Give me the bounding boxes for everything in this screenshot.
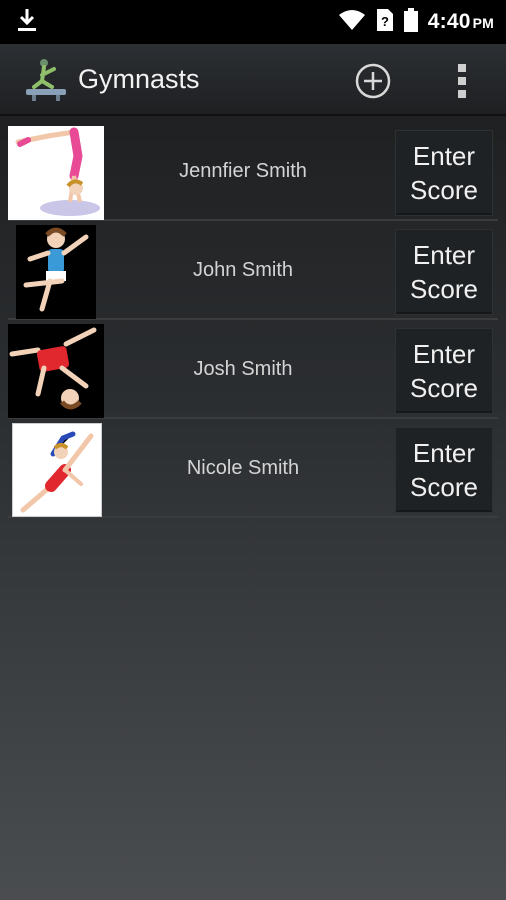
- gymnast-name: Jennfier Smith: [179, 160, 307, 182]
- svg-text:?: ?: [381, 14, 389, 29]
- add-gymnast-button[interactable]: [354, 62, 392, 100]
- overflow-dot: [458, 77, 466, 85]
- status-bar: ? 4:40 PM: [0, 0, 506, 44]
- gymnast-name: John Smith: [192, 259, 294, 281]
- cartwheel-boy-photo: [8, 324, 104, 418]
- list-item[interactable]: Josh Smith Enter Score: [8, 320, 498, 419]
- enter-score-button[interactable]: Enter Score: [395, 130, 493, 216]
- download-icon: [16, 7, 38, 38]
- gymnast-app-icon[interactable]: [22, 55, 70, 103]
- leap-girl-photo: [12, 423, 102, 517]
- list-item[interactable]: Nicole Smith Enter Score: [8, 419, 498, 518]
- overflow-menu-button[interactable]: [448, 60, 476, 102]
- enter-score-button[interactable]: Enter Score: [395, 229, 493, 315]
- enter-score-button[interactable]: Enter Score: [395, 427, 493, 513]
- overflow-dot: [458, 90, 466, 98]
- add-circle-icon: [355, 63, 391, 99]
- page-title: Gymnasts: [78, 63, 200, 94]
- enter-score-button[interactable]: Enter Score: [395, 328, 493, 414]
- battery-icon: [403, 7, 418, 37]
- wifi-icon: [338, 9, 366, 36]
- handstand-girl-photo: [8, 126, 104, 220]
- gymnast-name: Josh Smith: [193, 358, 293, 380]
- list-item[interactable]: John Smith Enter Score: [8, 221, 498, 320]
- overflow-dot: [458, 64, 466, 72]
- boy-gymnast-photo: [16, 225, 96, 319]
- gymnast-list: Jennfier Smith Enter Score John Smith Ent…: [0, 122, 506, 518]
- status-clock: 4:40 PM: [427, 10, 494, 33]
- gymnast-name: Nicole Smith: [186, 457, 300, 479]
- sim-icon: ?: [376, 8, 394, 37]
- list-item[interactable]: Jennfier Smith Enter Score: [8, 122, 498, 221]
- action-bar: Gymnasts: [0, 44, 506, 116]
